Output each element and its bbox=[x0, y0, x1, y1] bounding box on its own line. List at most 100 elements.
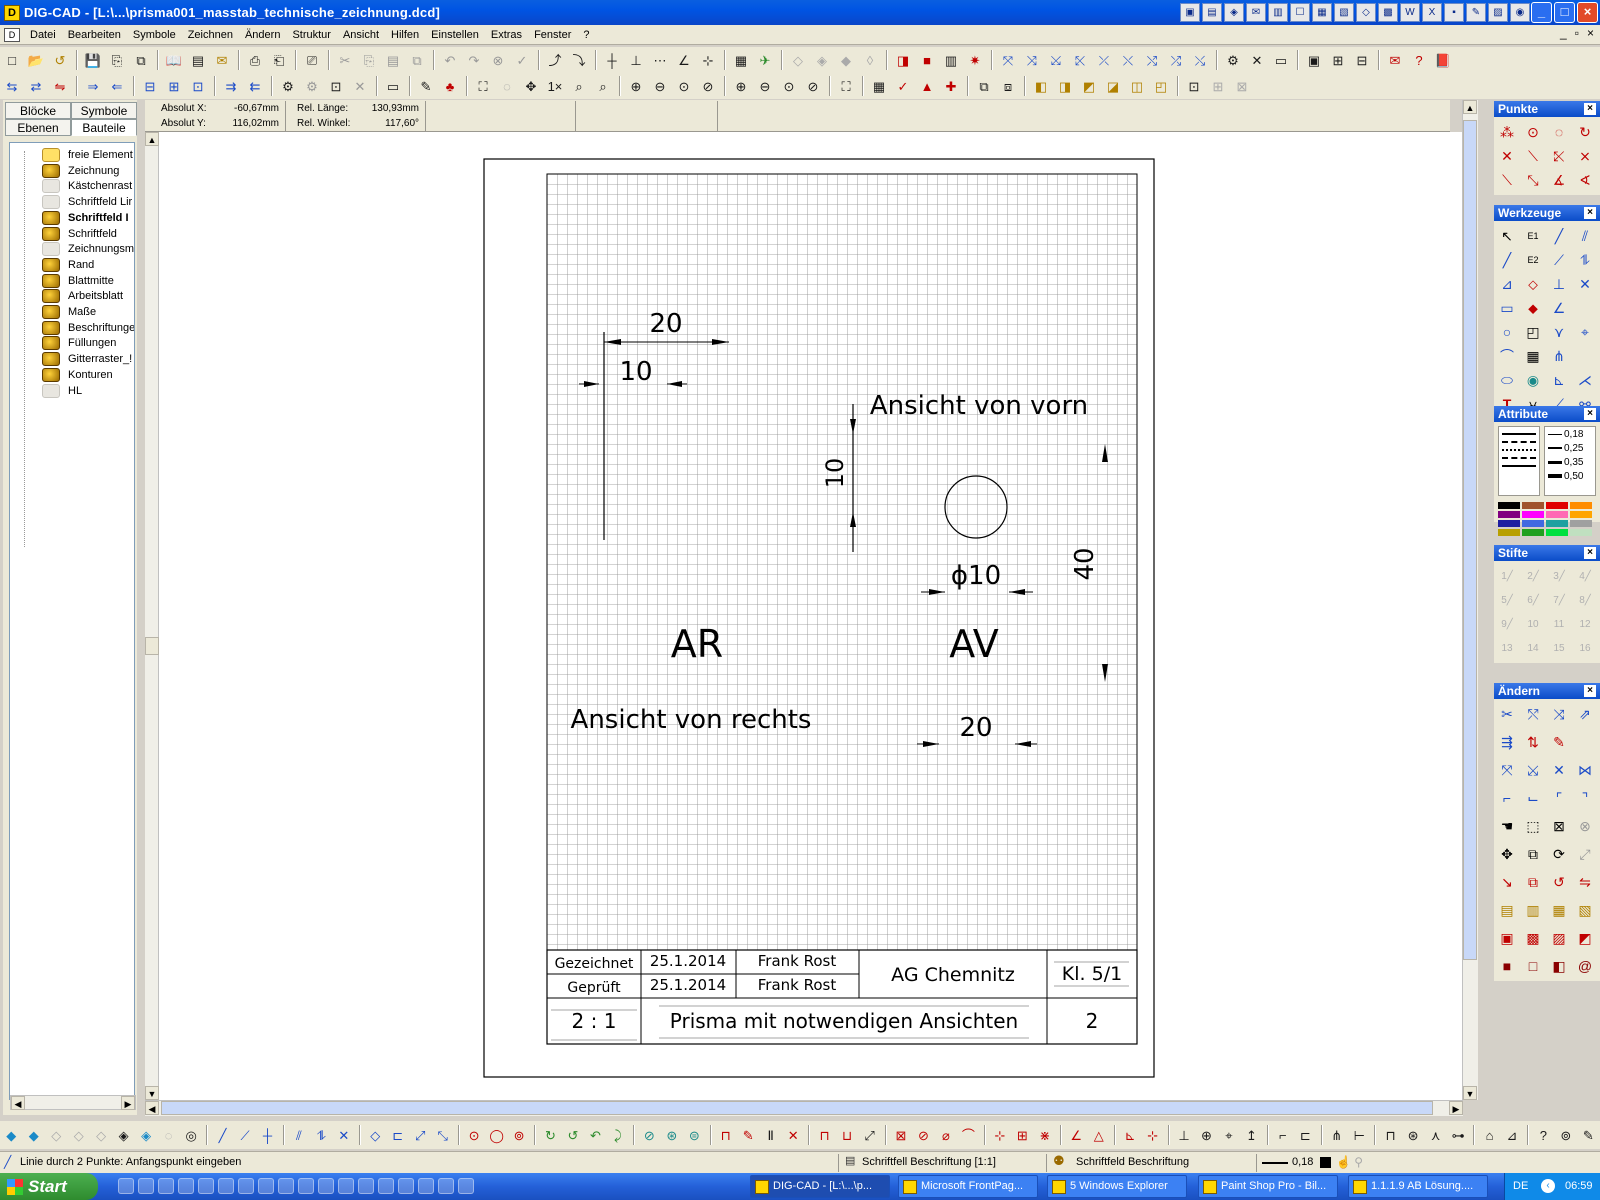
text1-bottom-icon[interactable]: ⊥ bbox=[1175, 1125, 1193, 1145]
pen-1-icon[interactable]: 1╱ bbox=[1496, 565, 1518, 587]
task-icon-12[interactable]: X bbox=[1422, 3, 1442, 22]
zoom-center-icon[interactable]: ⊙ bbox=[674, 76, 694, 96]
save-icon[interactable]: 💾 bbox=[83, 50, 103, 70]
copy-icon[interactable]: ⧉ bbox=[1522, 843, 1544, 865]
layer-tree-item[interactable]: Schriftfeld bbox=[14, 226, 117, 242]
opera-icon[interactable] bbox=[318, 1178, 334, 1194]
circle2-bottom-icon[interactable]: ◯ bbox=[487, 1125, 505, 1145]
mail-icon[interactable]: ✉ bbox=[212, 50, 232, 70]
task-icon-9[interactable]: ◇ bbox=[1356, 3, 1376, 22]
arrow-right-icon[interactable]: ⇒ bbox=[83, 76, 103, 96]
scroll-down-icon[interactable]: ▼ bbox=[145, 1086, 159, 1100]
target-bottom-icon[interactable]: ⊚ bbox=[1557, 1125, 1575, 1145]
task-icon-14[interactable]: ✎ bbox=[1466, 3, 1486, 22]
block-red-icon[interactable]: ■ bbox=[917, 50, 937, 70]
tab-bloecke[interactable]: Blöcke bbox=[5, 102, 71, 119]
mirror-line-icon[interactable]: ⋌ bbox=[1574, 369, 1596, 391]
word-icon[interactable] bbox=[278, 1178, 294, 1194]
doc-edit-icon[interactable]: ▥ bbox=[1522, 899, 1544, 921]
diagonal-point-icon[interactable]: ⟍ bbox=[1522, 145, 1544, 167]
gear2-icon[interactable]: ⚙ bbox=[302, 76, 322, 96]
zoom-prev-icon[interactable]: ⌕ bbox=[593, 76, 613, 96]
view3-icon[interactable]: ⊟ bbox=[1352, 50, 1372, 70]
canvas-vertical-scrollbar[interactable]: ▲ ▼ bbox=[1462, 100, 1478, 1100]
delete-icon[interactable]: ✕ bbox=[350, 76, 370, 96]
palette-close-icon[interactable]: × bbox=[1584, 685, 1596, 697]
dim11-bottom-icon[interactable]: ⌒ bbox=[959, 1125, 977, 1145]
sym8-bottom-icon[interactable]: ⊿ bbox=[1503, 1125, 1521, 1145]
stretch2-bottom-icon[interactable]: ⤡ bbox=[433, 1125, 451, 1145]
text5-bottom-icon[interactable]: ⌐ bbox=[1274, 1125, 1292, 1145]
arc4-bottom-icon[interactable]: ⤸ bbox=[609, 1125, 627, 1145]
hand-icon[interactable]: ☚ bbox=[1496, 815, 1518, 837]
doc-copy-icon[interactable]: ▦ bbox=[1548, 899, 1570, 921]
doc-icon[interactable]: ▤ bbox=[1496, 899, 1518, 921]
block2-icon[interactable]: ◨ bbox=[1055, 76, 1075, 96]
cube-view7-icon[interactable]: ◈ bbox=[137, 1125, 155, 1145]
layer-tree-item[interactable]: Maße bbox=[14, 304, 96, 320]
cross-bottom-icon[interactable]: ┼ bbox=[258, 1125, 276, 1145]
layer2-icon[interactable]: ⇄ bbox=[26, 76, 46, 96]
join-icon[interactable]: ⋈ bbox=[1574, 759, 1596, 781]
angle-arrow-icon[interactable]: ∢ bbox=[1574, 169, 1596, 191]
color-swatch[interactable] bbox=[1498, 511, 1520, 518]
star-icon[interactable]: ✷ bbox=[965, 50, 985, 70]
zoom2-minus-icon[interactable]: ⊖ bbox=[755, 76, 775, 96]
dim6-bottom-icon[interactable]: ⊔ bbox=[838, 1125, 856, 1145]
layer-tree-item[interactable]: Füllungen bbox=[14, 335, 116, 351]
deselect-icon[interactable]: ⊗ bbox=[1574, 815, 1596, 837]
dim7-bottom-icon[interactable]: ⤢ bbox=[860, 1125, 878, 1145]
snap-mid-icon[interactable]: ⤨ bbox=[1022, 50, 1042, 70]
tangent-icon[interactable]: ⋎ bbox=[1548, 321, 1570, 343]
copy-ref-icon[interactable]: ⧈ bbox=[998, 76, 1018, 96]
open-file-icon[interactable]: 📂 bbox=[26, 50, 46, 70]
color-swatch[interactable] bbox=[1570, 520, 1592, 527]
zoom2-all-icon[interactable]: ⊘ bbox=[803, 76, 823, 96]
cross-point-icon[interactable]: ✕ bbox=[1496, 145, 1518, 167]
vertical-scroll-thumb[interactable] bbox=[1463, 120, 1477, 960]
color-swatch[interactable] bbox=[1498, 529, 1520, 536]
block-insert-icon[interactable]: ◩ bbox=[1574, 927, 1596, 949]
color-swatch[interactable] bbox=[1546, 520, 1568, 527]
mdi-close-icon[interactable]: × bbox=[1587, 26, 1594, 40]
diamond-bottom-icon[interactable]: ◇ bbox=[366, 1125, 384, 1145]
rotate-red-icon[interactable]: ↺ bbox=[1548, 871, 1570, 893]
tab-symbole[interactable]: Symbole bbox=[71, 102, 137, 119]
pen-12-icon[interactable]: 12 bbox=[1574, 613, 1596, 635]
menu-item[interactable]: Datei bbox=[24, 25, 62, 45]
mdi-restore-icon[interactable]: ▫ bbox=[1575, 26, 1579, 40]
window-icon[interactable]: ▭ bbox=[1271, 50, 1291, 70]
task-icon-8[interactable]: ▧ bbox=[1334, 3, 1354, 22]
snap-ext-icon[interactable]: ⤯ bbox=[1190, 50, 1210, 70]
tree-horizontal-scrollbar[interactable]: ◀ ▶ bbox=[10, 1095, 136, 1110]
angle-line-icon[interactable]: ∠ bbox=[1548, 297, 1570, 319]
menu-item[interactable]: Ändern bbox=[239, 25, 286, 45]
layer-tree-item[interactable]: Beschriftunger bbox=[14, 320, 134, 336]
copy-obj-icon[interactable]: ⧉ bbox=[974, 76, 994, 96]
layer-tree-item[interactable]: Kästchenrast bbox=[14, 178, 132, 194]
task-icon-2[interactable]: ▤ bbox=[1202, 3, 1222, 22]
line-width-list[interactable]: 0,18 0,25 0,35 0,50 bbox=[1544, 426, 1596, 496]
cascade-icon[interactable]: ⇇ bbox=[245, 76, 265, 96]
split-all-icon[interactable]: ⊡ bbox=[188, 76, 208, 96]
scroll-thumb[interactable] bbox=[145, 637, 159, 655]
menu-item[interactable]: Struktur bbox=[286, 25, 337, 45]
horizontal-scroll-thumb[interactable] bbox=[161, 1101, 1433, 1115]
cube-view5-icon[interactable]: ◇ bbox=[92, 1125, 110, 1145]
slanted-line-icon[interactable]: ⟋ bbox=[1548, 249, 1570, 271]
menu-item[interactable]: Ansicht bbox=[337, 25, 385, 45]
ellipse3-bottom-icon[interactable]: ⊜ bbox=[685, 1125, 703, 1145]
brush-icon[interactable]: ♣ bbox=[440, 76, 460, 96]
palette-close-icon[interactable]: × bbox=[1584, 408, 1596, 420]
grid-icon[interactable]: ⋯ bbox=[650, 50, 670, 70]
color-swatch[interactable] bbox=[1522, 511, 1544, 518]
arc3-bottom-icon[interactable]: ↶ bbox=[586, 1125, 604, 1145]
explode-icon[interactable]: ⊡ bbox=[1184, 76, 1204, 96]
tray-arrow-icon[interactable]: ‹ bbox=[1541, 1179, 1555, 1193]
polyline-icon[interactable]: ⊿ bbox=[1496, 273, 1518, 295]
color-swatch[interactable] bbox=[1522, 529, 1544, 536]
palette-close-icon[interactable]: × bbox=[1584, 207, 1596, 219]
pen-11-icon[interactable]: 11 bbox=[1548, 613, 1570, 635]
parallel-line-icon[interactable]: ⫽ bbox=[1574, 225, 1596, 247]
arc1-bottom-icon[interactable]: ↻ bbox=[541, 1125, 559, 1145]
